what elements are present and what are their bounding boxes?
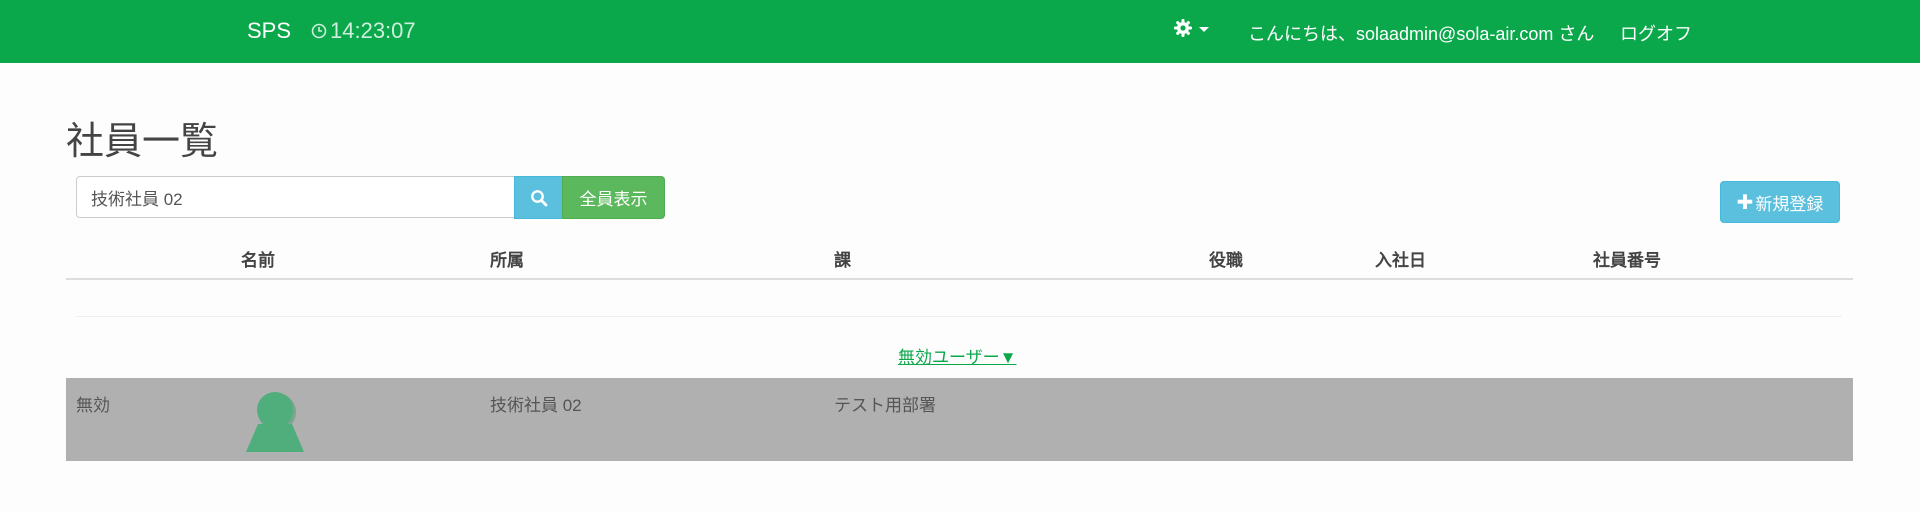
top-navbar: SPS 14:23:07 こんにちは、solaadmin@sola-air.co… <box>0 0 1920 63</box>
chevron-down-icon <box>1199 26 1209 32</box>
logoff-link[interactable]: ログオフ <box>1620 20 1692 46</box>
page-title: 社員一覧 <box>66 121 219 163</box>
new-register-label: 新規登録 <box>1755 194 1824 214</box>
row-status: 無効 <box>76 396 110 415</box>
column-header-section[interactable]: 課 <box>834 246 851 271</box>
column-header-affiliation[interactable]: 所属 <box>490 246 524 271</box>
clock-text: 14:23:07 <box>330 18 416 43</box>
show-all-button[interactable]: 全員表示 <box>562 176 665 219</box>
search-button[interactable] <box>514 176 563 219</box>
avatar-icon[interactable] <box>246 390 306 452</box>
clock-display: 14:23:07 <box>311 18 416 44</box>
disabled-users-toggle[interactable]: 無効ユーザー▼ <box>898 343 1017 368</box>
plus-icon: ✚ <box>1736 191 1754 214</box>
settings-dropdown[interactable] <box>1173 18 1209 38</box>
clock-icon <box>311 23 327 39</box>
table-header-divider <box>66 278 1853 280</box>
new-register-button[interactable]: ✚ 新規登録 <box>1720 181 1840 223</box>
user-greeting-link[interactable]: こんにちは、solaadmin@sola-air.com さん <box>1248 20 1594 46</box>
column-header-name[interactable]: 名前 <box>241 246 275 271</box>
search-icon <box>530 189 547 206</box>
table-row[interactable] <box>66 378 1853 461</box>
brand-link[interactable]: SPS <box>247 18 291 44</box>
column-header-hire-date[interactable]: 入社日 <box>1375 246 1426 271</box>
row-section: テスト用部署 <box>834 396 936 415</box>
column-header-position[interactable]: 役職 <box>1209 246 1243 271</box>
table-row-divider <box>76 316 1842 317</box>
row-affiliation: 技術社員 02 <box>490 396 582 415</box>
search-input[interactable] <box>76 176 515 218</box>
column-header-employee-number[interactable]: 社員番号 <box>1593 246 1661 271</box>
gear-icon <box>1174 19 1192 37</box>
